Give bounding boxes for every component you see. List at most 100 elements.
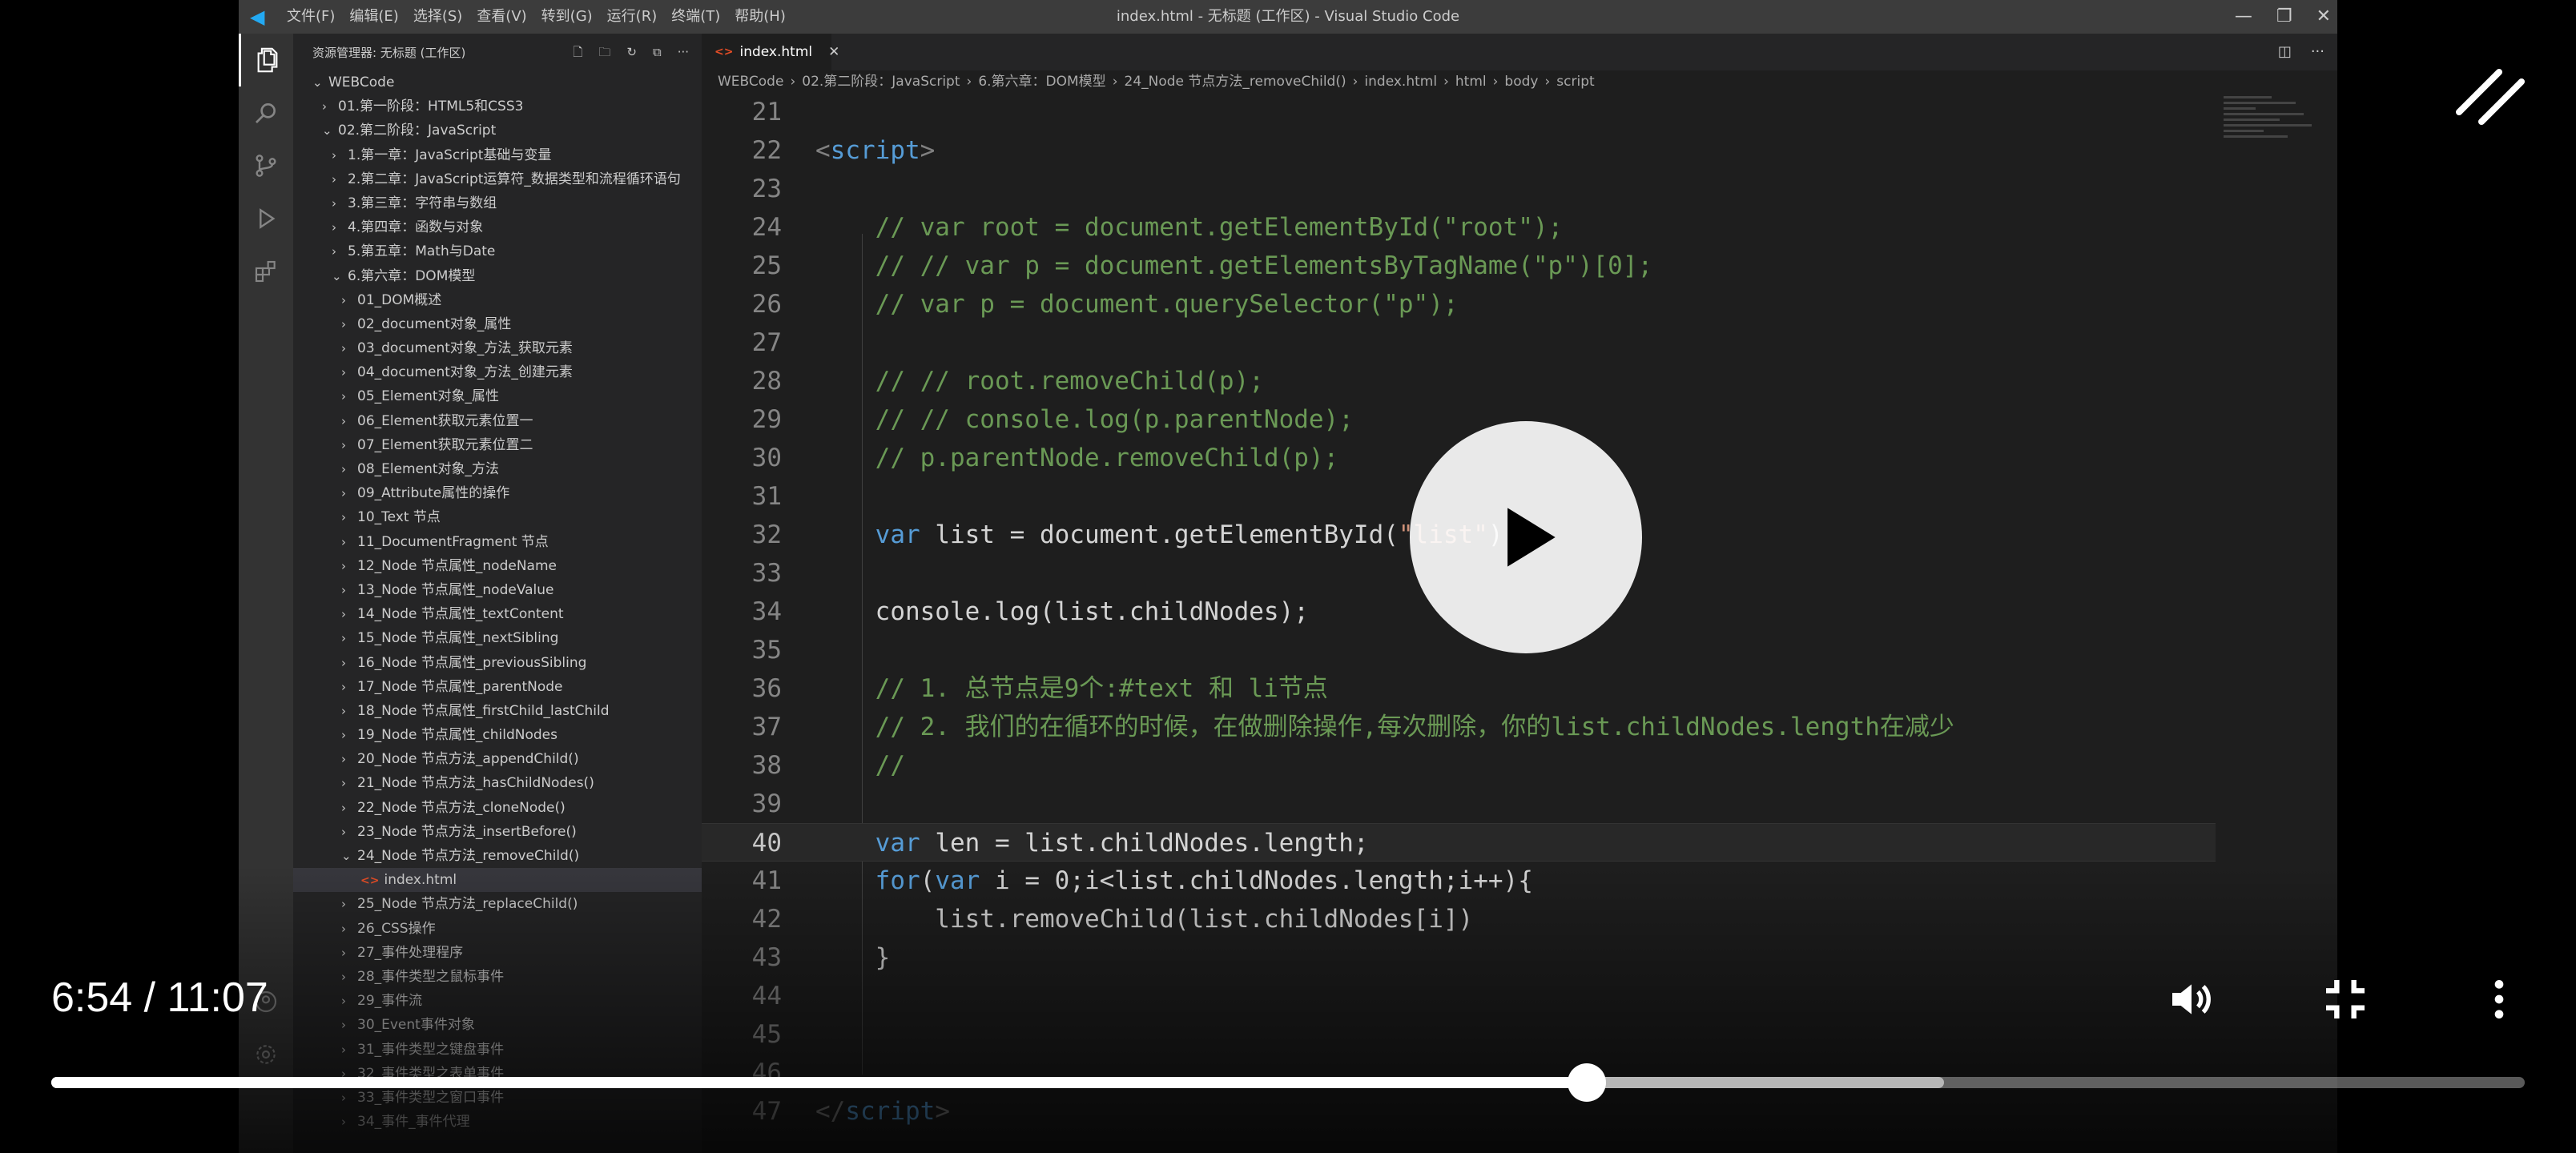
tree-item-label: 03_document对象_方法_获取元素 (357, 340, 573, 357)
editor-more-icon[interactable]: ··· (2311, 34, 2324, 70)
search-icon[interactable] (239, 86, 293, 139)
menu-item[interactable]: 转到(G) (541, 0, 593, 34)
tree-item[interactable]: › 1.第一章：JavaScript基础与变量 (293, 143, 702, 167)
minimize-icon[interactable]: — (2235, 0, 2252, 34)
tree-item[interactable]: ⌄ 02.第二阶段：JavaScript (293, 119, 702, 143)
tree-item[interactable]: › 20_Node 节点方法_appendChild() (293, 747, 702, 771)
tree-root[interactable]: ⌄ WEBCode (293, 70, 702, 94)
run-debug-icon[interactable] (239, 192, 293, 245)
tree-item[interactable]: › 12_Node 节点属性_nodeName (293, 554, 702, 578)
breadcrumb-item[interactable]: html (1455, 74, 1487, 90)
close-tab-icon[interactable]: ✕ (828, 44, 839, 60)
tree-item[interactable]: › 10_Text 节点 (293, 505, 702, 529)
breadcrumb-item[interactable]: 6.第六章：DOM模型 (978, 74, 1105, 90)
line-number: 27 (751, 328, 782, 357)
breadcrumb-item[interactable]: script (1556, 74, 1594, 90)
tree-item[interactable]: › 5.第五章：Math与Date (293, 239, 702, 263)
source-control-icon[interactable] (239, 139, 293, 192)
tree-item-label: 14_Node 节点属性_textContent (357, 606, 564, 623)
tree-item[interactable]: › 11_DocumentFragment 节点 (293, 530, 702, 554)
more-button[interactable] (2467, 967, 2531, 1031)
tree-item[interactable]: › 08_Element对象_方法 (293, 457, 702, 481)
menu-item[interactable]: 终端(T) (671, 0, 720, 34)
breadcrumb-item[interactable]: body (1504, 74, 1538, 90)
tree-item[interactable]: › 04_document对象_方法_创建元素 (293, 360, 702, 384)
chevron-right-icon: › (332, 244, 336, 259)
tab-index-html[interactable]: <> index.html ✕ (702, 34, 839, 70)
tree-item[interactable]: › 15_Node 节点属性_nextSibling (293, 626, 702, 650)
tree-item[interactable]: › 01.第一阶段：HTML5和CSS3 (293, 94, 702, 119)
tree-item[interactable]: ⌄ 6.第六章：DOM模型 (293, 264, 702, 288)
menu-item[interactable]: 选择(S) (413, 0, 462, 34)
collapse-all-icon[interactable]: ⧉ (653, 34, 662, 70)
chevron-right-icon: › (341, 655, 346, 670)
line-text: // // console.log(p.parentNode); (815, 400, 1354, 439)
menu-item[interactable]: 编辑(E) (349, 0, 398, 34)
code-token: // // var p = document.getElementsByTagN… (815, 251, 1653, 280)
more-actions-icon[interactable]: ··· (678, 34, 689, 70)
new-folder-icon[interactable]: 🗀 (598, 34, 610, 70)
code-line: 36 // 1. 总节点是9个:#text 和 li节点 (702, 669, 2216, 708)
tree-item[interactable]: › 18_Node 节点属性_firstChild_lastChild (293, 699, 702, 723)
menu-item[interactable]: 文件(F) (287, 0, 335, 34)
breadcrumb-item[interactable]: 24_Node 节点方法_removeChild() (1125, 74, 1346, 90)
tree-item[interactable]: › 4.第四章：函数与对象 (293, 215, 702, 239)
tree-item[interactable]: › 23_Node 节点方法_insertBefore() (293, 820, 702, 844)
volume-button[interactable] (2159, 967, 2224, 1031)
play-button[interactable] (1410, 421, 1642, 653)
tree-item[interactable]: › 16_Node 节点属性_previousSibling (293, 651, 702, 675)
tree-item[interactable]: › 2.第二章：JavaScript运算符_数据类型和流程循环语句 (293, 167, 702, 191)
breadcrumb-item[interactable]: index.html (1364, 74, 1437, 90)
chevron-down-icon: ⌄ (332, 268, 342, 283)
tree-item[interactable]: › 14_Node 节点属性_textContent (293, 602, 702, 626)
explorer-icon[interactable] (239, 34, 293, 86)
breadcrumb-item[interactable]: 02.第二阶段：JavaScript (802, 74, 960, 90)
tree-item[interactable]: › 22_Node 节点方法_cloneNode() (293, 796, 702, 820)
tree-item-label: 17_Node 节点属性_parentNode (357, 678, 563, 695)
extensions-icon[interactable] (239, 245, 293, 298)
tree-item[interactable]: › 05_Element对象_属性 (293, 384, 702, 408)
exit-fullscreen-button[interactable] (2313, 967, 2377, 1031)
collapse-icon[interactable] (2454, 56, 2526, 128)
line-text: // 1. 总节点是9个:#text 和 li节点 (815, 669, 1328, 708)
tree-item[interactable]: › 09_Attribute属性的操作 (293, 481, 702, 505)
tree-item[interactable]: › 13_Node 节点属性_nodeValue (293, 578, 702, 602)
breadcrumb-item[interactable]: WEBCode (718, 74, 783, 90)
restore-icon[interactable]: ❐ (2276, 0, 2292, 34)
refresh-icon[interactable]: ↻ (626, 34, 637, 70)
line-number: 34 (751, 597, 782, 626)
tree-item[interactable]: › 07_Element获取元素位置二 (293, 433, 702, 457)
chevron-right-icon: › (341, 607, 346, 622)
chevron-right-icon: › (1544, 74, 1551, 90)
tree-item[interactable]: › 03_document对象_方法_获取元素 (293, 336, 702, 360)
tree-item-label: 01_DOM概述 (357, 291, 442, 308)
line-number: 21 (751, 98, 782, 127)
tree-item[interactable]: › 02_document对象_属性 (293, 312, 702, 336)
tree-item[interactable]: › 3.第三章：字符串与数组 (293, 191, 702, 215)
menu-item[interactable]: 查看(V) (477, 0, 526, 34)
line-number: 33 (751, 559, 782, 588)
line-number: 28 (751, 367, 782, 396)
chevron-right-icon: › (341, 510, 346, 525)
tree-item[interactable]: › 21_Node 节点方法_hasChildNodes() (293, 771, 702, 795)
tree-item[interactable]: › 19_Node 节点属性_childNodes (293, 723, 702, 747)
tree-item[interactable]: › 06_Element获取元素位置一 (293, 409, 702, 433)
line-text: // 2. 我们的在循环的时候，在做删除操作,每次删除，你的list.child… (815, 708, 1954, 746)
file-tree: ⌄ WEBCode (293, 70, 702, 94)
seek-handle[interactable] (1567, 1063, 1606, 1102)
tree-item-label: 5.第五章：Math与Date (348, 243, 496, 260)
tree-item[interactable]: › 01_DOM概述 (293, 288, 702, 312)
chevron-right-icon: › (332, 147, 336, 163)
tree-item-label: 18_Node 节点属性_firstChild_lastChild (357, 702, 610, 719)
seek-bar[interactable] (51, 1063, 2525, 1102)
code-line: 27 (702, 323, 2216, 362)
minimap[interactable] (2224, 93, 2328, 253)
tree-item[interactable]: › 17_Node 节点属性_parentNode (293, 675, 702, 699)
split-editor-icon[interactable]: ◫ (2278, 34, 2292, 70)
menu-item[interactable]: 运行(R) (607, 0, 658, 34)
close-window-icon[interactable]: ✕ (2316, 0, 2331, 34)
new-file-icon[interactable]: 🗋 (573, 34, 582, 70)
menu-item[interactable]: 帮助(H) (735, 0, 786, 34)
